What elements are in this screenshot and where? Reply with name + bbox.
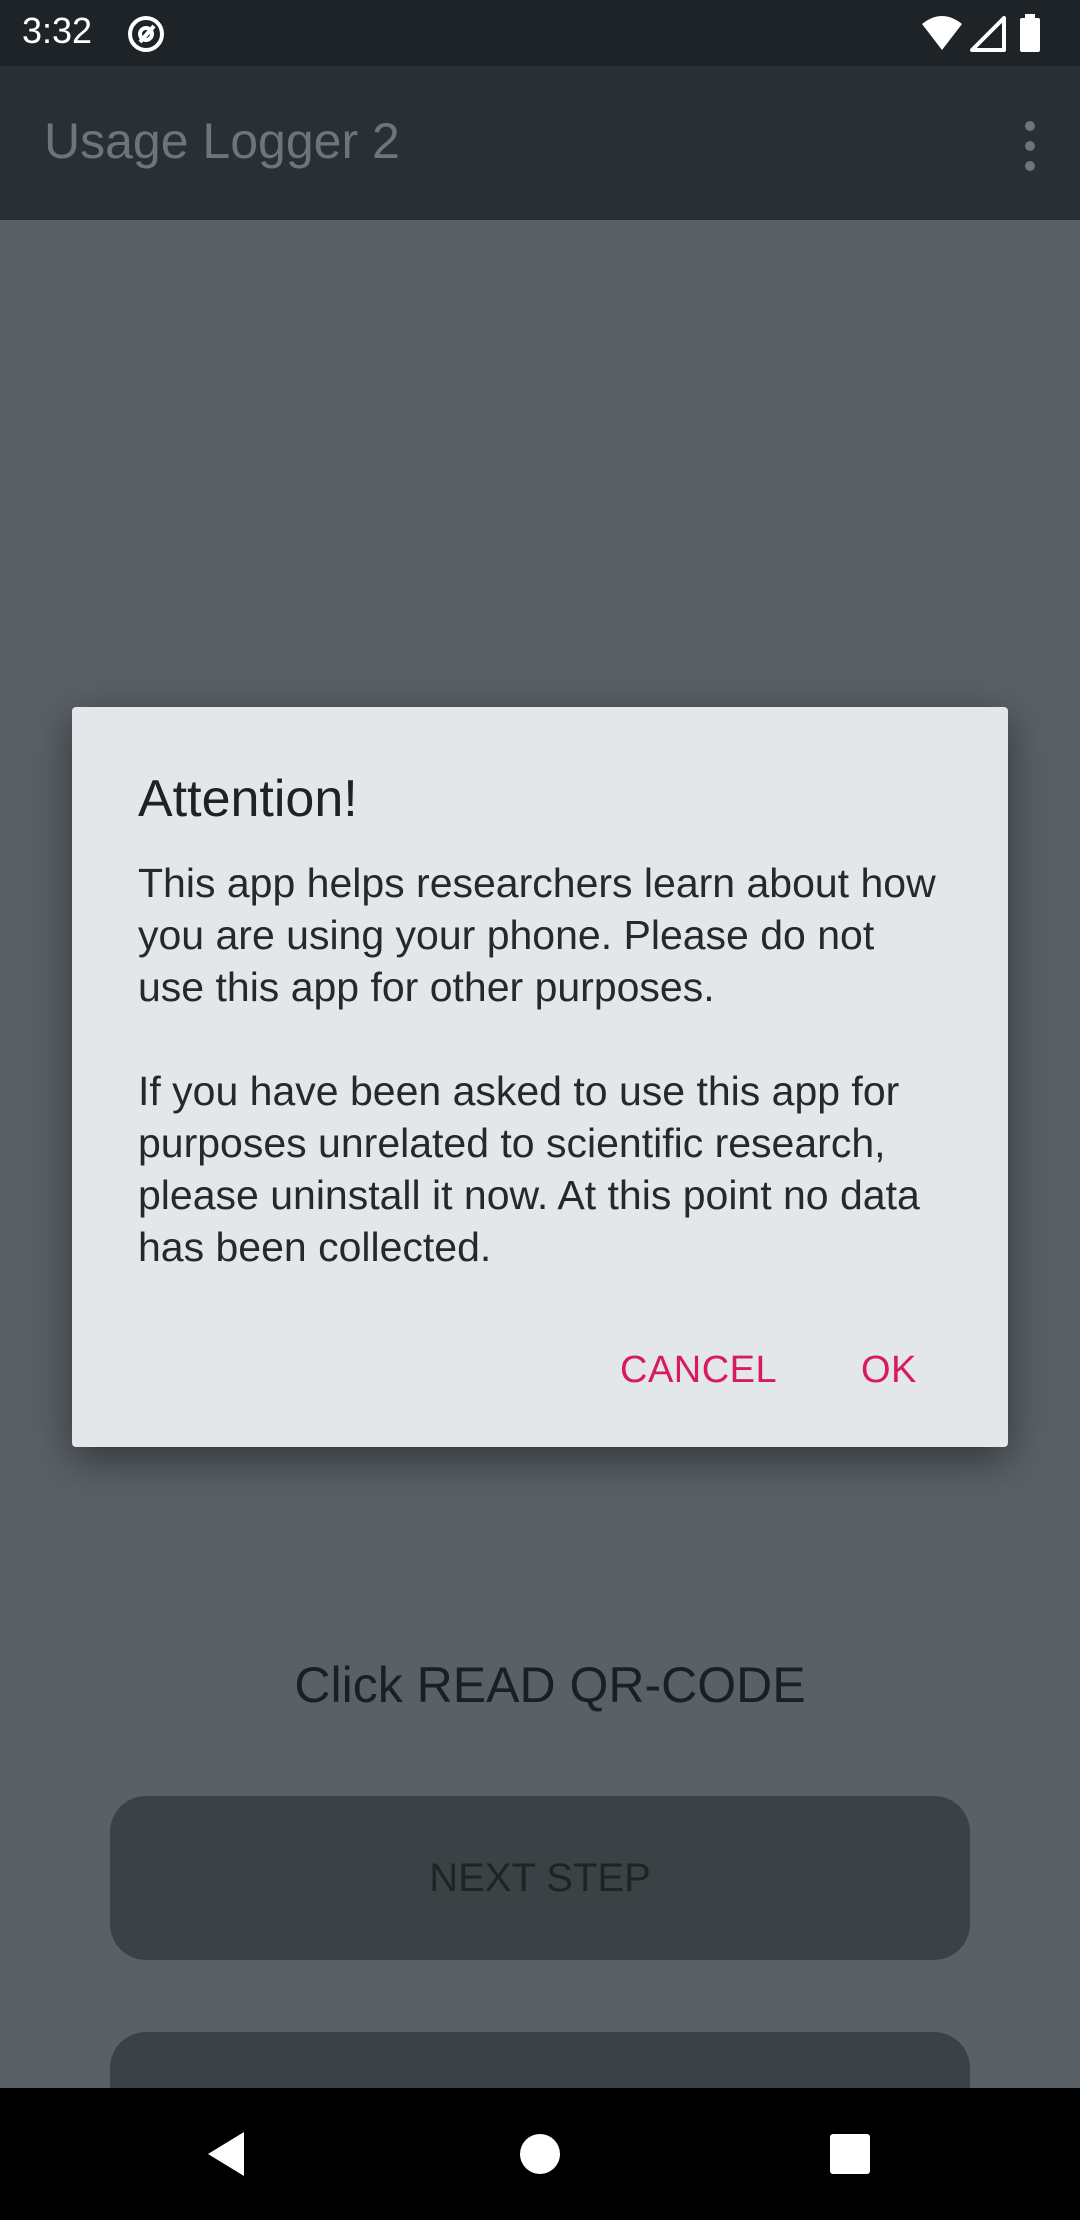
dialog-message: This app helps researchers learn about h… bbox=[138, 857, 948, 1325]
ok-button[interactable]: OK bbox=[861, 1349, 917, 1392]
cancel-button[interactable]: CANCEL bbox=[620, 1349, 777, 1392]
dialog-title: Attention! bbox=[138, 770, 358, 828]
at-sign-icon bbox=[128, 16, 164, 52]
app-bar: Usage Logger 2 bbox=[0, 66, 1080, 220]
recents-icon[interactable] bbox=[828, 2132, 872, 2176]
home-icon[interactable] bbox=[518, 2132, 562, 2176]
overflow-menu-icon[interactable] bbox=[1020, 118, 1040, 174]
navigation-bar bbox=[0, 2088, 1080, 2220]
status-icons bbox=[920, 14, 1060, 54]
next-step-button[interactable]: NEXT STEP bbox=[110, 1796, 970, 1960]
dialog-paragraph-1: This app helps researchers learn about h… bbox=[138, 860, 936, 1010]
signal-icon bbox=[970, 16, 1006, 52]
wifi-icon bbox=[922, 16, 962, 50]
dialog-paragraph-2: If you have been asked to use this app f… bbox=[138, 1068, 920, 1270]
back-icon[interactable] bbox=[204, 2130, 248, 2178]
battery-icon bbox=[1020, 14, 1040, 52]
app-title: Usage Logger 2 bbox=[44, 113, 400, 169]
dialog-actions: CANCEL OK bbox=[72, 1327, 1008, 1417]
instruction-text: Click READ QR-CODE bbox=[294, 1657, 806, 1713]
attention-dialog: Attention! This app helps researchers le… bbox=[72, 707, 1008, 1447]
status-time: 3:32 bbox=[22, 10, 93, 51]
status-bar: 3:32 bbox=[0, 0, 1080, 66]
